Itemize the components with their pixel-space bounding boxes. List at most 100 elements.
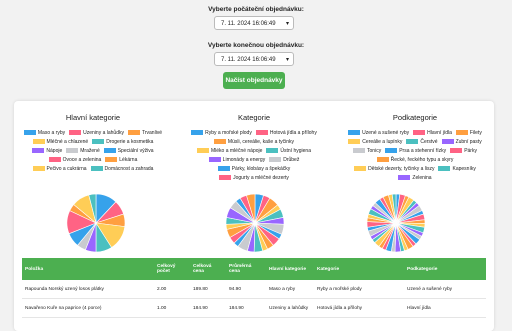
legend-item[interactable]: Filety [455, 129, 482, 136]
legend-swatch [32, 166, 45, 171]
legend-label: Ryby a mořské plody [205, 129, 252, 136]
legend-label: Kapesníky [452, 165, 476, 172]
legend-swatch [32, 148, 45, 153]
legend-item[interactable]: Hotová jídla a přílohy [255, 129, 317, 136]
legend-item[interactable]: Limonády a energy [208, 156, 266, 163]
legend-label: Müsli, cereálie, kaše a tyčinky [227, 138, 295, 145]
legend-label: Řecké, řeckého typu a skyry [390, 156, 454, 163]
legend-swatch [103, 148, 116, 153]
end-order-select[interactable]: 7. 11. 2024 16:06:49 ▾ [214, 52, 294, 66]
legend-label: Speciální výživa [117, 147, 154, 154]
legend-item[interactable]: Ústní hygiena [266, 147, 311, 154]
table-header-row: Položka Celkový počet Celková cena Průmě… [22, 258, 486, 280]
legend-swatch [269, 157, 282, 162]
column-header[interactable]: Průměrná cena [226, 258, 266, 280]
orders-table: Položka Celkový počet Celková cena Průmě… [22, 258, 486, 318]
column-header[interactable]: Podkategorie [404, 258, 486, 280]
legend-swatch [438, 166, 451, 171]
table-cell: Navařeno Kuře na paprice (4 porce) [22, 298, 154, 318]
legend-item[interactable]: Lékárna [105, 156, 137, 163]
legend-item[interactable]: Domácnost a zahrada [90, 165, 153, 172]
legend-item[interactable]: Zelenina [398, 174, 432, 181]
legend-label: Hotová jídla a přílohy [269, 129, 317, 136]
legend-item[interactable]: Mléčné a chlazené [32, 138, 88, 145]
legend-swatch [348, 130, 361, 135]
legend-item[interactable]: Ryby a mořské plody [191, 129, 252, 136]
legend-item[interactable]: Uzeniny a lahůdky [69, 129, 124, 136]
legend-item[interactable]: Čerstvé [406, 138, 438, 145]
legend-label: Čerstvé [420, 138, 438, 145]
legend-item[interactable]: Hlavní jídla [413, 129, 452, 136]
column-header[interactable]: Hlavní kategorie [266, 258, 314, 280]
column-header[interactable]: Kategorie [314, 258, 404, 280]
legend-swatch [255, 130, 268, 135]
start-label: Vyberte počáteční objednávku: [208, 6, 304, 13]
legend-label: Hlavní jídla [427, 129, 452, 136]
legend-swatch [385, 148, 398, 153]
start-order-select[interactable]: 7. 11. 2024 16:06:49 ▾ [214, 16, 294, 30]
load-orders-button[interactable]: Načíst objednávky [223, 72, 285, 89]
table-cell: 1.00 [154, 298, 190, 318]
legend-item[interactable]: Dětské dezerty, tyčinky a liszy [354, 165, 434, 172]
legend-item[interactable]: Párky, klobásy a špekáčky [217, 165, 290, 172]
legend-swatch [353, 148, 366, 153]
legend-swatch [32, 139, 45, 144]
legend-item[interactable]: Ovoce a zelenina [48, 156, 101, 163]
legend-swatch [208, 157, 221, 162]
column-header[interactable]: Celková cena [190, 258, 226, 280]
legend-item[interactable]: Prsa a stehenní řízky [385, 147, 446, 154]
legend-item[interactable]: Maso a ryby [23, 129, 65, 136]
legend-item[interactable]: Müsli, cereálie, kaše a tyčinky [213, 138, 295, 145]
legend-swatch [455, 130, 468, 135]
chart-legend: Ryby a mořské plody Hotová jídla a příloh… [179, 129, 329, 181]
legend-label: Mléko a mléčné nápoje [211, 147, 263, 154]
legend-item[interactable]: Uzené a sušené ryby [348, 129, 409, 136]
legend-item[interactable]: Tonicy [353, 147, 381, 154]
legend-label: Uzeniny a lahůdky [83, 129, 124, 136]
legend-swatch [105, 157, 118, 162]
legend-swatch [197, 148, 209, 153]
chart-title: Podkategorie [392, 113, 438, 122]
legend-item[interactable]: Jogurty a mléčné dezerty [219, 174, 289, 181]
legend-swatch [66, 148, 79, 153]
table-cell: 184.90 [226, 298, 266, 318]
table-cell: Hlavní jídla [404, 298, 486, 318]
legend-swatch [213, 139, 226, 144]
legend-item[interactable]: Drůbež [269, 156, 299, 163]
legend-item[interactable]: Řecké, řeckého typu a skyry [376, 156, 454, 163]
legend-item[interactable]: Trvanlivé [127, 129, 162, 136]
chevron-down-icon: ▾ [285, 21, 289, 27]
legend-item[interactable]: Zubní pasty [441, 138, 482, 145]
legend-item[interactable]: Párky [450, 147, 477, 154]
legend-label: Mražené [80, 147, 100, 154]
legend-label: Zubní pasty [455, 138, 482, 145]
pie-chart-category [225, 193, 285, 253]
column-header[interactable]: Položka [22, 258, 154, 280]
chart-legend: Maso a ryby Uzeniny a lahůdky Trvanlivé Mlé… [18, 129, 168, 172]
chart-column-category: Kategorie Ryby a mořské plody Hotová jídl… [179, 113, 329, 181]
legend-swatch [398, 175, 411, 180]
table-cell: Hotová jídla a přílohy [314, 298, 404, 318]
pie-chart-main-category [66, 193, 126, 253]
legend-swatch [413, 130, 426, 135]
table-cell: 2.00 [154, 280, 190, 299]
column-header[interactable]: Celkový počet [154, 258, 190, 280]
legend-item[interactable]: Drogerie a kosmetika [92, 138, 153, 145]
legend-swatch [376, 157, 389, 162]
legend-swatch [219, 175, 232, 180]
legend-label: Párky [464, 147, 477, 154]
table-cell: Ryby a mořské plody [314, 280, 404, 299]
legend-item[interactable]: Mléko a mléčné nápoje [197, 147, 262, 154]
table-cell: Uzené a sušené ryby [404, 280, 486, 299]
legend-item[interactable]: Cereálie a lupínky [348, 138, 402, 145]
chart-column-subcategory: Podkategorie Uzené a sušené ryby Hlavní j… [340, 113, 490, 181]
legend-label: Limonády a energy [222, 156, 266, 163]
legend-item[interactable]: Kapesníky [438, 165, 476, 172]
legend-item[interactable]: Pečivo a cukrárna [32, 165, 87, 172]
legend-label: Lékárna [119, 156, 138, 163]
legend-label: Jogurty a mléčné dezerty [233, 174, 289, 181]
legend-item[interactable]: Speciální výživa [103, 147, 154, 154]
legend-label: Uzené a sušené ryby [362, 129, 410, 136]
legend-item[interactable]: Mražené [66, 147, 100, 154]
legend-item[interactable]: Nápoje [32, 147, 62, 154]
